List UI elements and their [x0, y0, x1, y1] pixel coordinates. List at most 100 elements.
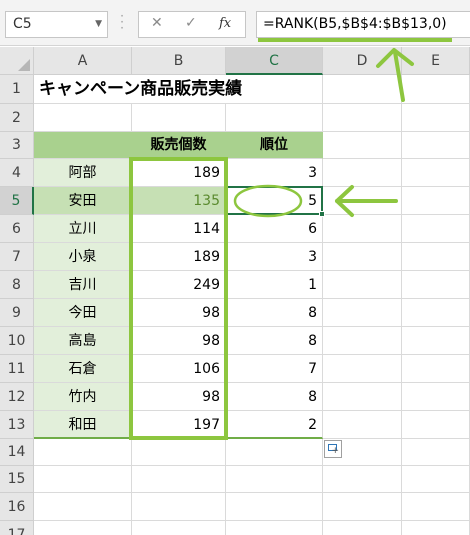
rank-cell[interactable]: 7 — [226, 355, 323, 383]
column-header-c[interactable]: C — [226, 47, 323, 75]
cell[interactable] — [402, 132, 470, 159]
row-header-4[interactable]: 4 — [0, 159, 34, 187]
cell[interactable] — [402, 159, 470, 187]
cell[interactable] — [132, 493, 226, 521]
sales-cell[interactable]: 114 — [132, 215, 226, 243]
cell[interactable] — [323, 521, 402, 535]
cell[interactable] — [402, 104, 470, 132]
cell[interactable] — [132, 104, 226, 132]
cell[interactable] — [323, 327, 402, 355]
row-header-9[interactable]: 9 — [0, 299, 34, 327]
row-header-14[interactable]: 14 — [0, 439, 34, 466]
row-header-16[interactable]: 16 — [0, 493, 34, 521]
row-header-13[interactable]: 13 — [0, 411, 34, 439]
sales-cell[interactable]: 189 — [132, 159, 226, 187]
row-header-5[interactable]: 5 — [0, 187, 34, 215]
header-cell-name[interactable] — [34, 132, 132, 159]
sales-cell[interactable]: 249 — [132, 271, 226, 299]
name-cell[interactable]: 吉川 — [34, 271, 132, 299]
insert-function-icon[interactable]: fx — [219, 16, 231, 31]
cell[interactable] — [402, 215, 470, 243]
row-header-15[interactable]: 15 — [0, 466, 34, 493]
cell[interactable] — [226, 466, 323, 493]
enter-icon[interactable]: ✓ — [185, 15, 197, 31]
sales-cell[interactable]: 98 — [132, 383, 226, 411]
cell[interactable] — [323, 75, 402, 104]
row-header-17[interactable]: 17 — [0, 521, 34, 535]
cell[interactable] — [402, 243, 470, 271]
select-all-icon[interactable] — [0, 47, 34, 75]
rank-cell[interactable]: 6 — [226, 215, 323, 243]
cell[interactable] — [323, 411, 402, 439]
column-header-d[interactable]: D — [323, 47, 402, 75]
column-header-e[interactable]: E — [402, 47, 470, 75]
row-header-12[interactable]: 12 — [0, 383, 34, 411]
cell[interactable] — [323, 215, 402, 243]
cell[interactable] — [402, 327, 470, 355]
sales-cell[interactable]: 98 — [132, 327, 226, 355]
name-cell[interactable]: 竹内 — [34, 383, 132, 411]
name-cell[interactable]: 阿部 — [34, 159, 132, 187]
cell[interactable] — [323, 493, 402, 521]
cell[interactable] — [323, 132, 402, 159]
cell[interactable] — [402, 75, 470, 104]
row-header-10[interactable]: 10 — [0, 327, 34, 355]
cell[interactable] — [132, 439, 226, 466]
formula-bar-grip-icon[interactable]: · · · — [119, 10, 125, 34]
row-header-6[interactable]: 6 — [0, 215, 34, 243]
name-cell[interactable]: 和田 — [34, 411, 132, 439]
row-header-11[interactable]: 11 — [0, 355, 34, 383]
sales-cell[interactable]: 189 — [132, 243, 226, 271]
rank-cell[interactable]: 8 — [226, 299, 323, 327]
cell[interactable] — [132, 466, 226, 493]
cell[interactable] — [323, 299, 402, 327]
cell[interactable] — [402, 521, 470, 535]
rank-cell[interactable]: 8 — [226, 383, 323, 411]
name-cell[interactable]: 今田 — [34, 299, 132, 327]
active-cell-border[interactable] — [225, 186, 323, 215]
cell[interactable] — [323, 243, 402, 271]
name-cell[interactable]: 安田 — [34, 187, 132, 215]
sales-cell[interactable]: 106 — [132, 355, 226, 383]
cell[interactable] — [402, 299, 470, 327]
column-header-b[interactable]: B — [132, 47, 226, 75]
cell[interactable] — [402, 411, 470, 439]
sheet-title[interactable]: キャンペーン商品販売実績 — [34, 75, 334, 104]
row-header-1[interactable]: 1 — [0, 75, 34, 104]
cell[interactable] — [132, 521, 226, 535]
cell[interactable] — [323, 104, 402, 132]
cell[interactable] — [402, 383, 470, 411]
fill-handle[interactable] — [319, 211, 325, 217]
rank-cell[interactable]: 3 — [226, 243, 323, 271]
name-cell[interactable]: 小泉 — [34, 243, 132, 271]
name-cell[interactable]: 石倉 — [34, 355, 132, 383]
cell[interactable] — [402, 466, 470, 493]
name-cell[interactable]: 高島 — [34, 327, 132, 355]
name-box[interactable]: C5 ▼ — [5, 11, 108, 38]
cell[interactable] — [402, 439, 470, 466]
cell[interactable] — [34, 466, 132, 493]
cell[interactable] — [34, 439, 132, 466]
cell[interactable] — [323, 383, 402, 411]
row-header-2[interactable]: 2 — [0, 104, 34, 132]
cell[interactable] — [226, 493, 323, 521]
cell[interactable] — [402, 355, 470, 383]
quick-analysis-icon[interactable]: + — [324, 440, 342, 458]
cell[interactable] — [226, 521, 323, 535]
cell[interactable] — [323, 187, 402, 215]
cell[interactable] — [34, 521, 132, 535]
rank-cell[interactable]: 1 — [226, 271, 323, 299]
formula-input[interactable]: =RANK(B5,$B$4:$B$13,0) — [256, 11, 470, 38]
cell[interactable] — [402, 493, 470, 521]
cell[interactable] — [226, 104, 323, 132]
rank-cell[interactable]: 3 — [226, 159, 323, 187]
cell[interactable] — [323, 355, 402, 383]
sales-cell[interactable]: 135 — [132, 187, 226, 215]
cell[interactable] — [323, 271, 402, 299]
row-header-8[interactable]: 8 — [0, 271, 34, 299]
rank-cell[interactable]: 8 — [226, 327, 323, 355]
row-header-7[interactable]: 7 — [0, 243, 34, 271]
rank-cell[interactable]: 2 — [226, 411, 323, 439]
name-box-dropdown-icon[interactable]: ▼ — [95, 12, 102, 37]
cell[interactable] — [402, 187, 470, 215]
